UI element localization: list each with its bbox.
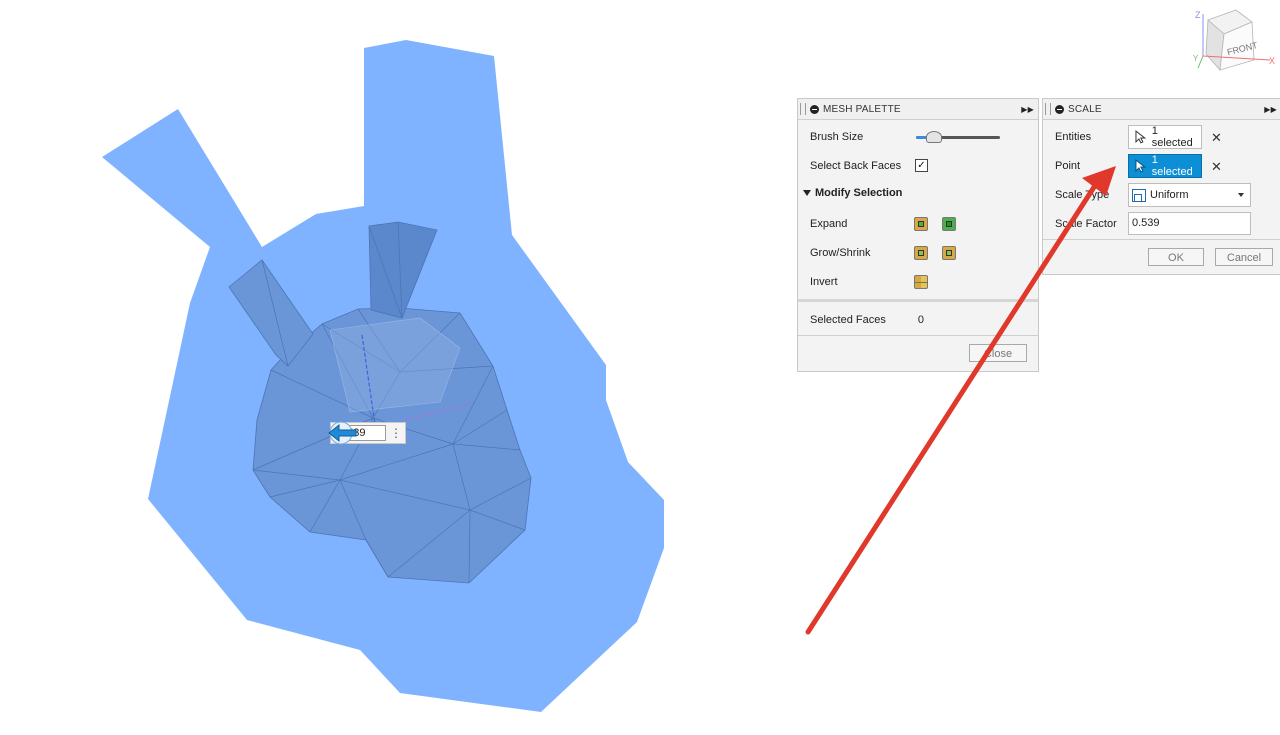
palette-footer-divider — [798, 335, 1038, 336]
chevron-down-icon[interactable] — [1238, 193, 1244, 197]
expand-label: Expand — [810, 218, 848, 230]
invert-icon[interactable] — [914, 275, 928, 289]
cursor-icon — [1135, 159, 1147, 173]
scale-header[interactable]: SCALE ▶▶ — [1043, 99, 1280, 120]
selected-faces-count: 0 — [917, 314, 924, 326]
minimize-icon[interactable] — [1055, 104, 1064, 114]
clear-point-icon[interactable]: ✕ — [1211, 159, 1222, 175]
axis-z-label: Z — [1195, 10, 1201, 20]
select-back-faces-label: Select Back Faces — [810, 160, 902, 172]
minimize-icon[interactable] — [810, 104, 819, 114]
scale-type-dropdown[interactable]: Uniform — [1128, 183, 1251, 207]
scale-arrow-icon[interactable] — [326, 421, 360, 445]
brush-size-slider[interactable] — [916, 130, 1000, 144]
grow-shrink-label: Grow/Shrink — [810, 247, 871, 259]
uniform-scale-icon — [1132, 188, 1146, 202]
scale-factor-label: Scale Factor — [1055, 218, 1117, 230]
scale-factor-row: Scale Factor — [1055, 214, 1117, 234]
palette-divider — [798, 299, 1038, 302]
select-back-faces-checkbox[interactable]: ✓ — [915, 159, 928, 172]
scale-manipulator[interactable]: 0.539 ⋮ — [326, 421, 406, 445]
entities-row: Entities — [1055, 127, 1091, 147]
cancel-button[interactable]: Cancel — [1215, 248, 1273, 266]
mesh-palette-header[interactable]: MESH PALETTE ▶▶ — [798, 99, 1038, 120]
invert-label: Invert — [810, 276, 838, 288]
grow-icon[interactable] — [914, 246, 928, 260]
point-selector[interactable]: 1 selected — [1128, 154, 1202, 178]
scale-type-row: Scale Type — [1055, 185, 1109, 205]
grip-icon[interactable] — [800, 103, 806, 115]
scale-type-label: Scale Type — [1055, 189, 1110, 201]
point-label: Point — [1055, 160, 1081, 172]
close-button[interactable]: Close — [969, 344, 1027, 362]
brush-size-row: Brush Size — [810, 127, 863, 147]
entities-label: Entities — [1055, 131, 1092, 143]
point-value: 1 selected — [1151, 154, 1193, 178]
shrink-icon[interactable] — [942, 246, 956, 260]
grip-icon[interactable] — [1045, 103, 1051, 115]
scale-type-value: Uniform — [1150, 189, 1189, 201]
cursor-icon — [1135, 130, 1147, 144]
view-cube[interactable]: FRONT Z X Y — [1190, 6, 1280, 86]
point-row: Point — [1055, 156, 1080, 176]
brush-size-label: Brush Size — [810, 131, 864, 143]
entities-value: 1 selected — [1151, 125, 1193, 149]
slider-thumb[interactable] — [925, 131, 942, 143]
scale-panel: SCALE ▶▶ Entities 1 selected ✕ Point 1 s… — [1042, 98, 1280, 275]
expand-green-icon[interactable] — [942, 217, 956, 231]
axis-y-label: Y — [1193, 54, 1199, 63]
selected-faces-row: Selected Faces 0 — [810, 310, 924, 330]
scale-factor-input[interactable]: 0.539 — [1128, 212, 1251, 235]
expand-triangle-icon[interactable] — [803, 190, 811, 196]
expand-row: Expand — [810, 214, 847, 234]
select-back-faces-row: Select Back Faces — [810, 156, 901, 176]
ok-button[interactable]: OK — [1148, 248, 1204, 266]
entities-selector[interactable]: 1 selected — [1128, 125, 1202, 149]
mesh-palette-title: MESH PALETTE — [823, 103, 901, 115]
selected-faces-label: Selected Faces — [810, 314, 886, 326]
axis-x-label: X — [1269, 56, 1275, 66]
mesh-palette-panel: MESH PALETTE ▶▶ Brush Size Select Back F… — [797, 98, 1039, 372]
modify-selection-label: Modify Selection — [815, 187, 903, 199]
collapse-arrows-icon[interactable]: ▶▶ — [1021, 105, 1034, 114]
scale-title: SCALE — [1068, 103, 1102, 115]
clear-entities-icon[interactable]: ✕ — [1211, 130, 1222, 146]
grow-shrink-row: Grow/Shrink — [810, 243, 871, 263]
more-options-icon[interactable]: ⋮ — [390, 426, 402, 440]
expand-orange-icon[interactable] — [914, 217, 928, 231]
collapse-arrows-icon[interactable]: ▶▶ — [1264, 105, 1277, 114]
scale-footer-divider — [1043, 239, 1280, 240]
modify-selection-header[interactable]: Modify Selection — [803, 187, 902, 199]
invert-row: Invert — [810, 272, 838, 292]
